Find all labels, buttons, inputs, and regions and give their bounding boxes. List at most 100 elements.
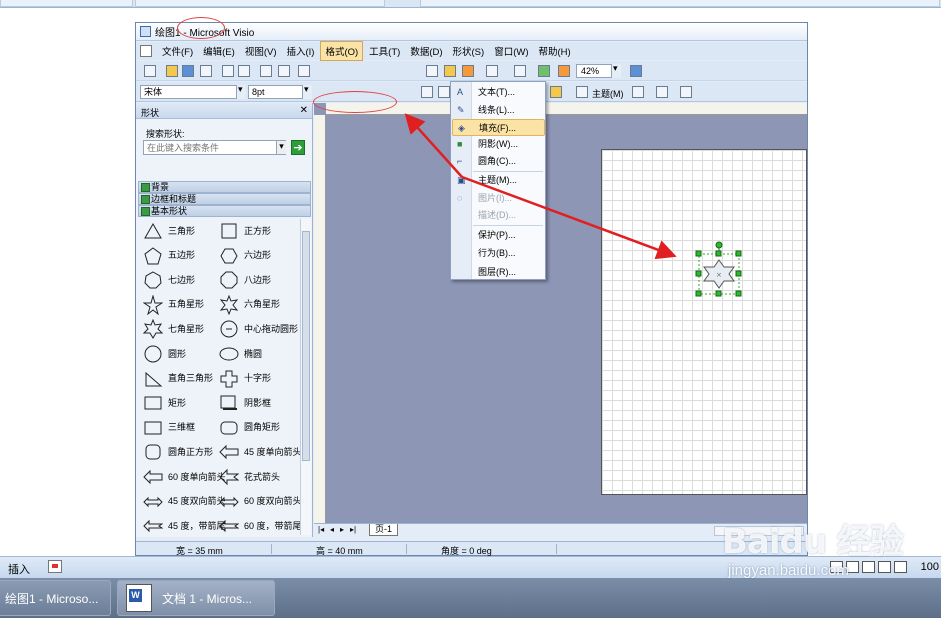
stamp-icon[interactable]	[538, 65, 550, 77]
line-ends-icon[interactable]	[680, 86, 692, 98]
menu-window[interactable]: 窗口(W)	[490, 42, 532, 60]
shape-master[interactable]: 七角星形	[143, 319, 204, 340]
shape-master[interactable]: 45 度，带箭尾	[143, 516, 226, 536]
shape-master[interactable]: 60 度单向箭头	[143, 467, 226, 487]
pan-zoom-icon[interactable]	[558, 65, 570, 77]
shape-master[interactable]: 八边形	[219, 270, 271, 290]
theme-label[interactable]: 主题(M)	[592, 87, 624, 100]
stencil-basic-shapes[interactable]: 基本形状	[138, 205, 311, 217]
help-icon[interactable]	[630, 65, 642, 77]
zoom-dropdown-icon[interactable]	[611, 63, 621, 78]
cut-icon[interactable]	[298, 65, 310, 77]
zoom-combo[interactable]: 42%	[576, 64, 616, 78]
drawing-canvas[interactable]: × |◂ ◂ ▸ ▸| 页-1	[314, 103, 807, 537]
format-menu-item[interactable]: ✎ 线条(L)...	[452, 102, 545, 119]
last-page-icon[interactable]: ▸|	[350, 525, 356, 534]
theme-icon[interactable]	[576, 86, 588, 98]
stencil-background[interactable]: 背景	[138, 181, 311, 193]
align-center-icon[interactable]	[421, 86, 433, 98]
shape-master[interactable]: 六边形	[219, 246, 271, 266]
format-menu-item[interactable]: ⌐ 圆角(C)...	[452, 153, 545, 170]
taskbar-visio-button[interactable]: 绘图1 - Microso...	[0, 580, 111, 616]
shape-master[interactable]: 45 度双向箭头	[143, 492, 226, 512]
shape-master[interactable]: 三维框	[143, 418, 195, 438]
format-menu-item[interactable]: 保护(P)...	[452, 227, 545, 244]
shape-master[interactable]: 十字形	[219, 369, 271, 389]
menu-edit[interactable]: 编辑(E)	[199, 42, 239, 60]
format-menu-item[interactable]: 行为(B)...	[452, 245, 545, 262]
stencil-borders-titles[interactable]: 边框和标题	[138, 193, 311, 205]
format-menu-item[interactable]: ◈ 填充(F)...	[452, 119, 545, 136]
shape-master[interactable]: 圆角正方形	[143, 442, 213, 462]
taskbar-word-button[interactable]: 文档 1 - Micros...	[117, 580, 275, 616]
menu-tools[interactable]: 工具(T)	[365, 42, 404, 60]
shape-master[interactable]: 60 度，带箭尾	[219, 516, 302, 536]
menu-format[interactable]: 格式(O)	[320, 41, 364, 61]
save-icon[interactable]	[182, 65, 194, 77]
shape-master[interactable]: 直角三角形	[143, 369, 213, 389]
page-tab[interactable]: 页-1	[369, 524, 399, 536]
drawing-page[interactable]: ×	[601, 149, 807, 495]
search-go-arrow-icon[interactable]: ➔	[291, 140, 305, 155]
macro-record-icon[interactable]	[48, 560, 62, 573]
search-shapes-input[interactable]	[143, 140, 286, 155]
close-icon[interactable]: ✕	[300, 105, 308, 116]
format-menu-item[interactable]: ■ 阴影(W)...	[452, 136, 545, 153]
word-tab[interactable]	[135, 0, 385, 7]
pointer-tool-icon[interactable]	[462, 65, 474, 77]
shape-master[interactable]: 五边形	[143, 246, 195, 266]
selected-star-shape[interactable]: ×	[694, 239, 754, 319]
print-icon[interactable]	[222, 65, 234, 77]
shape-master[interactable]: 三角形	[143, 221, 195, 241]
menu-view[interactable]: 视图(V)	[241, 42, 281, 60]
draft-view-icon[interactable]	[894, 561, 907, 573]
line-pattern-icon[interactable]	[656, 86, 668, 98]
shapes-scrollbar[interactable]	[300, 219, 311, 535]
align-right-icon[interactable]	[438, 86, 450, 98]
prev-page-icon[interactable]: ◂	[330, 525, 334, 534]
shapes-window-icon[interactable]	[444, 65, 456, 77]
shape-master[interactable]: 七边形	[143, 270, 195, 290]
menu-help[interactable]: 帮助(H)	[534, 42, 574, 60]
menu-shape[interactable]: 形状(S)	[449, 42, 489, 60]
shape-master[interactable]: 圆形	[143, 344, 186, 364]
first-page-icon[interactable]: |◂	[318, 525, 324, 534]
menu-data[interactable]: 数据(D)	[406, 42, 446, 60]
new-icon[interactable]	[144, 65, 156, 77]
zoom-level[interactable]: 100	[921, 561, 939, 573]
horizontal-scrollbar[interactable]	[714, 526, 804, 536]
shape-master[interactable]: 中心拖动圆形	[219, 319, 298, 339]
shape-master[interactable]: 矩形	[143, 393, 186, 413]
format-menu-item[interactable]: 图层(R)...	[452, 264, 545, 281]
word-tab[interactable]	[0, 0, 133, 7]
text-tool-icon[interactable]	[514, 65, 526, 77]
word-tab[interactable]	[420, 0, 940, 7]
spelling-icon[interactable]	[260, 65, 272, 77]
shape-master[interactable]: 椭圆	[219, 344, 262, 364]
web-layout-view-icon[interactable]	[862, 561, 875, 573]
shape-master[interactable]: 60 度双向箭头	[219, 492, 302, 512]
shape-master[interactable]: 阴影框	[219, 393, 271, 413]
connector-tool-icon[interactable]	[486, 65, 498, 77]
full-screen-view-icon[interactable]	[846, 561, 859, 573]
print-preview-icon[interactable]	[238, 65, 250, 77]
fill-color-icon[interactable]	[550, 86, 562, 98]
line-weight-icon[interactable]	[632, 86, 644, 98]
shape-master[interactable]: 圆角矩形	[219, 418, 280, 438]
shape-master[interactable]: 五角星形	[143, 294, 204, 315]
research-icon[interactable]	[278, 65, 290, 77]
open-folder-icon[interactable]	[166, 65, 178, 77]
document-icon[interactable]	[140, 45, 152, 57]
permission-icon[interactable]	[200, 65, 212, 77]
menu-file[interactable]: 文件(F)	[158, 42, 197, 60]
shape-master[interactable]: 六角星形	[219, 294, 280, 315]
format-menu-item[interactable]: A 文本(T)...	[452, 84, 545, 101]
next-page-icon[interactable]: ▸	[340, 525, 344, 534]
font-name-combo[interactable]: 宋体	[140, 85, 246, 99]
print-layout-view-icon[interactable]	[830, 561, 843, 573]
font-name-dropdown-icon[interactable]	[236, 84, 246, 99]
shape-master[interactable]: 45 度单向箭头	[219, 442, 302, 462]
font-size-dropdown-icon[interactable]	[302, 84, 312, 99]
shape-master[interactable]: 花式箭头	[219, 467, 280, 487]
format-menu-item[interactable]: ▣ 主题(M)...	[452, 172, 545, 189]
